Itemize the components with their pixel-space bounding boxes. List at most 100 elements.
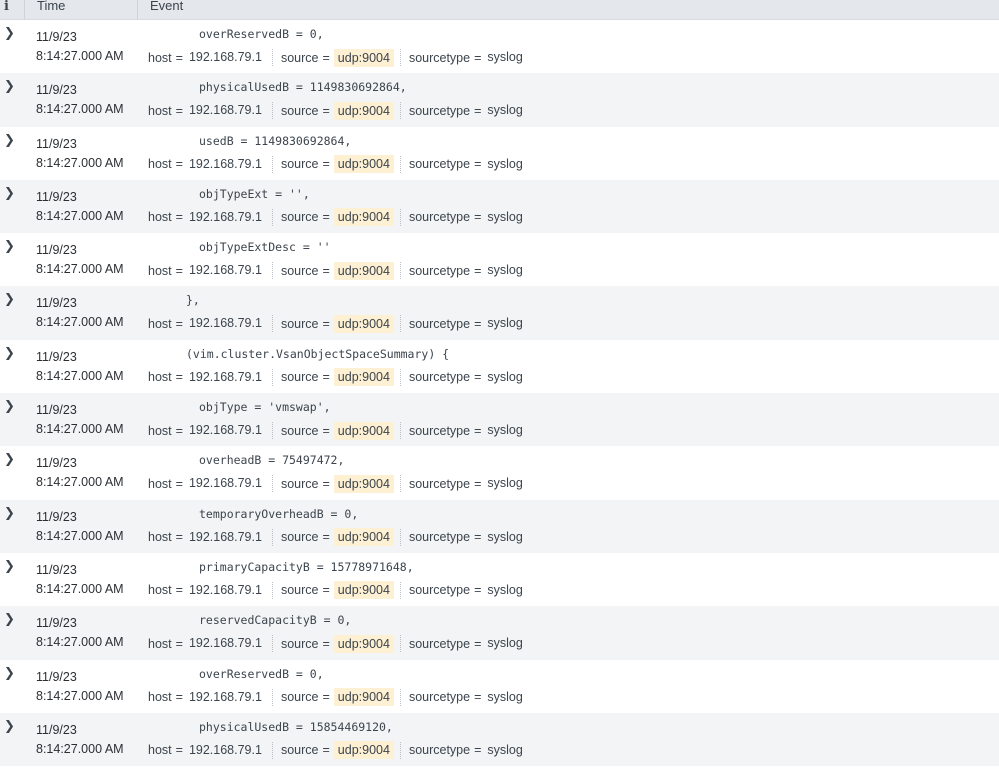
source-field[interactable]: source = udp:9004 [281,420,394,441]
sourcetype-field-value[interactable]: syslog [485,582,526,599]
sourcetype-field[interactable]: sourcetype = syslog [409,313,527,334]
host-field[interactable]: host = 192.168.79.1 [148,47,266,68]
host-field[interactable]: host = 192.168.79.1 [148,100,266,121]
host-field-value[interactable]: 192.168.79.1 [187,742,266,759]
source-field-value[interactable]: udp:9004 [333,48,394,67]
sourcetype-field-value[interactable]: syslog [485,102,526,119]
source-field-value[interactable]: udp:9004 [333,634,394,653]
sourcetype-field-value[interactable]: syslog [485,529,526,546]
host-field[interactable]: host = 192.168.79.1 [148,207,266,228]
time-column-header[interactable]: Time [24,0,137,20]
chevron-right-icon[interactable]: ❯ [4,293,15,306]
sourcetype-field-value[interactable]: syslog [485,475,526,492]
chevron-right-icon[interactable]: ❯ [4,667,15,680]
chevron-right-icon[interactable]: ❯ [4,400,15,413]
chevron-right-icon[interactable]: ❯ [4,720,15,733]
source-field[interactable]: source = udp:9004 [281,47,394,68]
host-field-value[interactable]: 192.168.79.1 [187,475,266,492]
sourcetype-field-value[interactable]: syslog [485,742,526,759]
sourcetype-field[interactable]: sourcetype = syslog [409,527,527,548]
host-field-value[interactable]: 192.168.79.1 [187,315,266,332]
sourcetype-field[interactable]: sourcetype = syslog [409,260,527,281]
host-field[interactable]: host = 192.168.79.1 [148,420,266,441]
host-field[interactable]: host = 192.168.79.1 [148,367,266,388]
sourcetype-field-value[interactable]: syslog [485,689,526,706]
chevron-right-icon[interactable]: ❯ [4,560,15,573]
source-field[interactable]: source = udp:9004 [281,100,394,121]
chevron-right-icon[interactable]: ❯ [4,187,15,200]
source-field[interactable]: source = udp:9004 [281,313,394,334]
source-field-value[interactable]: udp:9004 [333,155,394,174]
source-field[interactable]: source = udp:9004 [281,580,394,601]
chevron-right-icon[interactable]: ❯ [4,347,15,360]
source-field-value[interactable]: udp:9004 [333,528,394,547]
host-field-value[interactable]: 192.168.79.1 [187,262,266,279]
host-field-value[interactable]: 192.168.79.1 [187,49,266,66]
source-field-value[interactable]: udp:9004 [333,314,394,333]
chevron-right-icon[interactable]: ❯ [4,613,15,626]
source-field-value[interactable]: udp:9004 [333,101,394,120]
source-field-value[interactable]: udp:9004 [333,741,394,760]
host-field-value[interactable]: 192.168.79.1 [187,102,266,119]
host-field[interactable]: host = 192.168.79.1 [148,260,266,281]
chevron-right-icon[interactable]: ❯ [4,27,15,40]
host-field[interactable]: host = 192.168.79.1 [148,687,266,708]
host-field[interactable]: host = 192.168.79.1 [148,527,266,548]
host-field-value[interactable]: 192.168.79.1 [187,582,266,599]
host-field[interactable]: host = 192.168.79.1 [148,313,266,334]
sourcetype-field[interactable]: sourcetype = syslog [409,633,527,654]
sourcetype-field[interactable]: sourcetype = syslog [409,687,527,708]
host-field-value[interactable]: 192.168.79.1 [187,422,266,439]
host-field[interactable]: host = 192.168.79.1 [148,580,266,601]
host-field-value[interactable]: 192.168.79.1 [187,156,266,173]
sourcetype-field[interactable]: sourcetype = syslog [409,580,527,601]
source-field[interactable]: source = udp:9004 [281,473,394,494]
host-field-value[interactable]: 192.168.79.1 [187,369,266,386]
source-field-value[interactable]: udp:9004 [333,421,394,440]
sourcetype-field[interactable]: sourcetype = syslog [409,47,527,68]
sourcetype-field[interactable]: sourcetype = syslog [409,473,527,494]
source-field-value[interactable]: udp:9004 [333,688,394,707]
source-field-value[interactable]: udp:9004 [333,208,394,227]
chevron-right-icon[interactable]: ❯ [4,453,15,466]
host-field[interactable]: host = 192.168.79.1 [148,633,266,654]
host-field[interactable]: host = 192.168.79.1 [148,473,266,494]
source-field[interactable]: source = udp:9004 [281,740,394,761]
chevron-right-icon[interactable]: ❯ [4,507,15,520]
source-field[interactable]: source = udp:9004 [281,207,394,228]
sourcetype-field-value[interactable]: syslog [485,635,526,652]
sourcetype-field-value[interactable]: syslog [485,315,526,332]
host-field-value[interactable]: 192.168.79.1 [187,209,266,226]
source-field-value[interactable]: udp:9004 [333,261,394,280]
host-field[interactable]: host = 192.168.79.1 [148,740,266,761]
info-icon[interactable]: i [0,0,24,13]
host-field[interactable]: host = 192.168.79.1 [148,154,266,175]
sourcetype-field[interactable]: sourcetype = syslog [409,740,527,761]
sourcetype-field[interactable]: sourcetype = syslog [409,154,527,175]
host-field-value[interactable]: 192.168.79.1 [187,635,266,652]
chevron-right-icon[interactable]: ❯ [4,134,15,147]
sourcetype-field[interactable]: sourcetype = syslog [409,420,527,441]
chevron-right-icon[interactable]: ❯ [4,240,15,253]
sourcetype-field[interactable]: sourcetype = syslog [409,100,527,121]
sourcetype-field-value[interactable]: syslog [485,156,526,173]
host-field-value[interactable]: 192.168.79.1 [187,529,266,546]
source-field[interactable]: source = udp:9004 [281,367,394,388]
sourcetype-field[interactable]: sourcetype = syslog [409,207,527,228]
source-field[interactable]: source = udp:9004 [281,527,394,548]
sourcetype-field-value[interactable]: syslog [485,262,526,279]
sourcetype-field-value[interactable]: syslog [485,369,526,386]
sourcetype-field-value[interactable]: syslog [485,209,526,226]
chevron-right-icon[interactable]: ❯ [4,80,15,93]
host-field-value[interactable]: 192.168.79.1 [187,689,266,706]
source-field[interactable]: source = udp:9004 [281,154,394,175]
source-field-value[interactable]: udp:9004 [333,368,394,387]
source-field[interactable]: source = udp:9004 [281,687,394,708]
sourcetype-field[interactable]: sourcetype = syslog [409,367,527,388]
source-field[interactable]: source = udp:9004 [281,260,394,281]
sourcetype-field-value[interactable]: syslog [485,49,526,66]
source-field-value[interactable]: udp:9004 [333,474,394,493]
sourcetype-field-value[interactable]: syslog [485,422,526,439]
source-field-value[interactable]: udp:9004 [333,581,394,600]
source-field[interactable]: source = udp:9004 [281,633,394,654]
